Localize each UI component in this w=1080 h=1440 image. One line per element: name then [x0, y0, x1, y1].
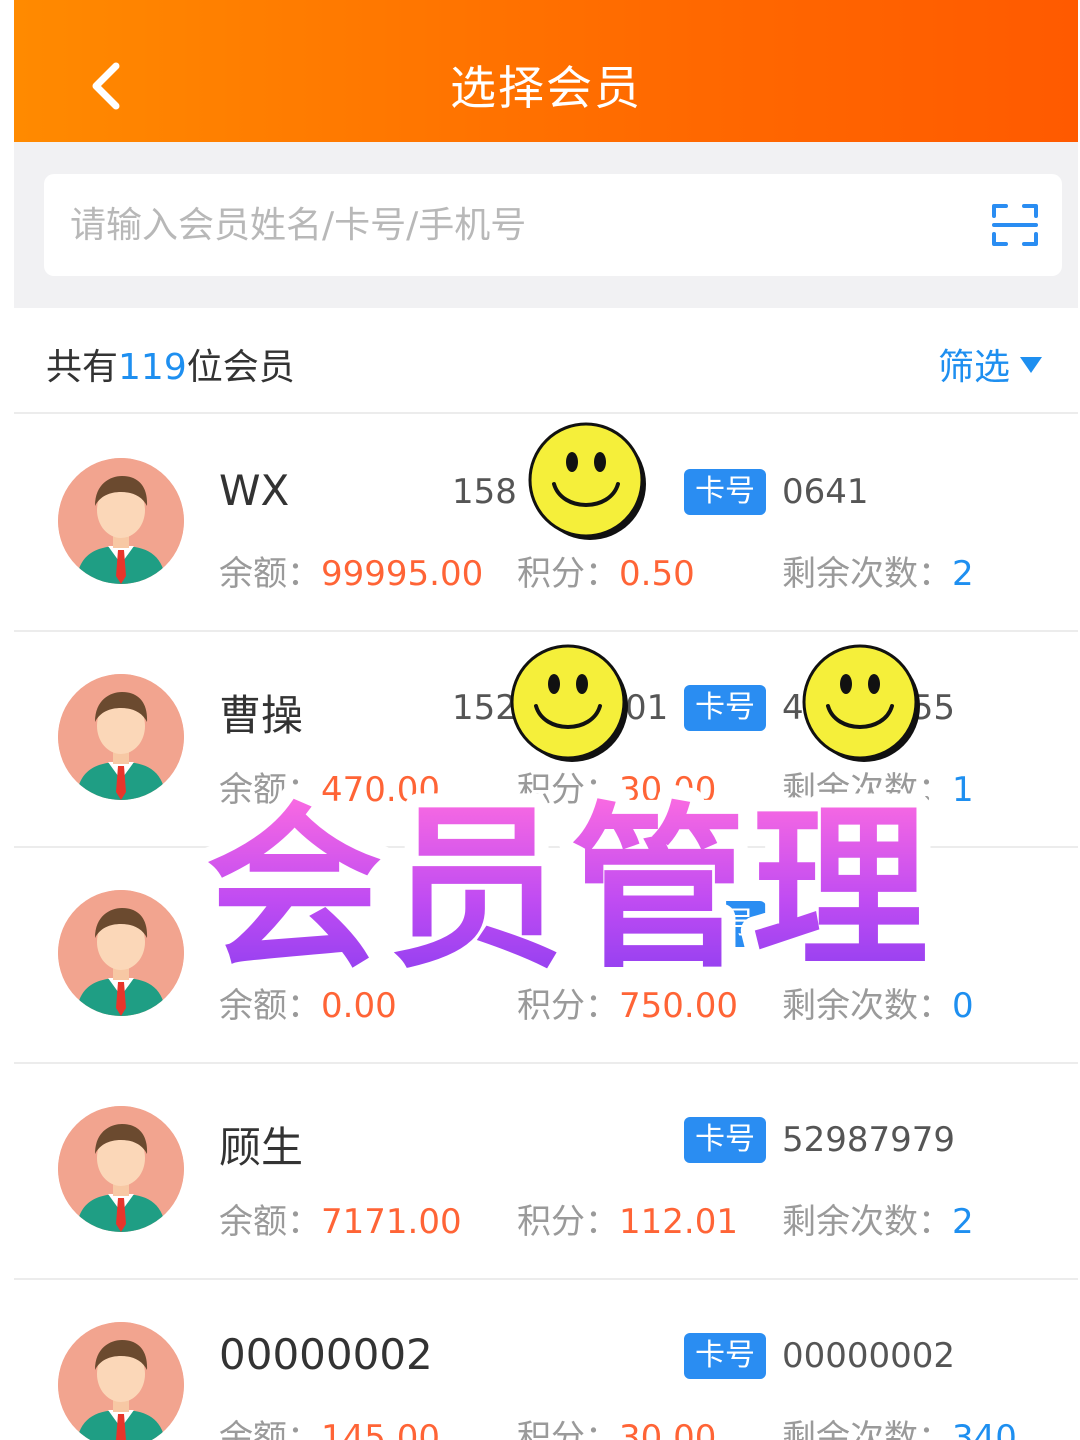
- member-name: 00000002: [219, 1330, 433, 1379]
- header-bar: 选择会员: [14, 0, 1078, 142]
- points-stat: 积分：0.50: [517, 546, 695, 595]
- balance-value: 145.00: [321, 1418, 440, 1440]
- page-title: 选择会员: [450, 61, 642, 115]
- remaining-label: 剩余次数：: [782, 554, 952, 594]
- member-row[interactable]: 00000002 卡号 00000002 余额：145.00 积分：30.00 …: [14, 1280, 1078, 1440]
- member-name: 顾生: [219, 1123, 304, 1172]
- remaining-value: 2: [952, 554, 974, 594]
- remaining-label: 剩余次数：: [782, 1418, 952, 1440]
- caret-down-icon: [1020, 357, 1042, 373]
- remaining-value: 1: [952, 770, 974, 810]
- points-label: 积分：: [517, 554, 619, 594]
- card-badge: 卡号: [684, 685, 766, 731]
- balance-value: 7171.00: [321, 1202, 462, 1242]
- scan-icon: [992, 204, 1038, 246]
- search-area: [14, 142, 1078, 308]
- count-prefix: 共有: [46, 347, 119, 388]
- remaining-value: 340: [952, 1418, 1017, 1440]
- smiley-sticker-icon: [800, 642, 924, 766]
- points-label: 积分：: [517, 1418, 619, 1440]
- search-box: [44, 174, 1062, 276]
- filter-button[interactable]: 筛选: [938, 338, 1042, 390]
- member-count: 119: [118, 347, 187, 388]
- balance-value: 99995.00: [321, 554, 484, 594]
- card-number: 0641: [782, 472, 869, 512]
- member-name: 曹操: [219, 691, 304, 740]
- avatar: [58, 458, 184, 584]
- remaining-stat: 剩余次数：2: [782, 546, 974, 595]
- remaining-value: 0: [952, 986, 974, 1026]
- avatar: [58, 890, 184, 1016]
- member-row[interactable]: 顾生 卡号 52987979 余额：7171.00 积分：112.01 剩余次数…: [14, 1064, 1078, 1280]
- points-value: 112.01: [619, 1202, 738, 1242]
- person-avatar-icon: [58, 674, 184, 800]
- balance-label: 余额：: [219, 1202, 321, 1242]
- points-stat: 积分：112.01: [517, 1194, 738, 1243]
- screen: 选择会员 共有119位会员 筛选 WX 158 16: [14, 0, 1078, 1440]
- avatar: [58, 1322, 184, 1440]
- balance-label: 余额：: [219, 1418, 321, 1440]
- balance-stat: 余额：99995.00: [219, 546, 483, 595]
- overlay-title: 会员管理 会员管理: [190, 772, 950, 1006]
- smiley-sticker-icon: [508, 642, 632, 766]
- remaining-label: 剩余次数：: [782, 1202, 952, 1242]
- person-avatar-icon: [58, 1106, 184, 1232]
- points-value: 30.00: [619, 1418, 717, 1440]
- remaining-stat: 剩余次数：2: [782, 1194, 974, 1243]
- card-badge: 卡号: [684, 469, 766, 515]
- balance-label: 余额：: [219, 554, 321, 594]
- overlay-title-text-fill: 会员管理: [206, 787, 934, 992]
- points-label: 积分：: [517, 1202, 619, 1242]
- member-name: WX: [219, 466, 290, 515]
- member-summary: 共有119位会员 筛选: [14, 308, 1078, 414]
- balance-stat: 余额：7171.00: [219, 1194, 462, 1243]
- avatar: [58, 1106, 184, 1232]
- count-suffix: 位会员: [186, 347, 295, 388]
- member-count-text: 共有119位会员: [46, 338, 295, 390]
- card-number: 52987979: [782, 1120, 956, 1160]
- points-value: 0.50: [619, 554, 695, 594]
- remaining-stat: 剩余次数：340: [782, 1410, 1017, 1440]
- person-avatar-icon: [58, 1322, 184, 1440]
- person-avatar-icon: [58, 890, 184, 1016]
- card-number: 00000002: [782, 1336, 956, 1376]
- person-avatar-icon: [58, 458, 184, 584]
- avatar: [58, 674, 184, 800]
- balance-stat: 余额：145.00: [219, 1410, 440, 1440]
- filter-label: 筛选: [937, 347, 1010, 388]
- points-stat: 积分：30.00: [517, 1410, 716, 1440]
- remaining-value: 2: [952, 1202, 974, 1242]
- card-badge: 卡号: [684, 1117, 766, 1163]
- card-badge: 卡号: [684, 1333, 766, 1379]
- scan-button[interactable]: [990, 200, 1040, 250]
- search-input[interactable]: [70, 174, 950, 276]
- smiley-sticker-icon: [526, 420, 650, 544]
